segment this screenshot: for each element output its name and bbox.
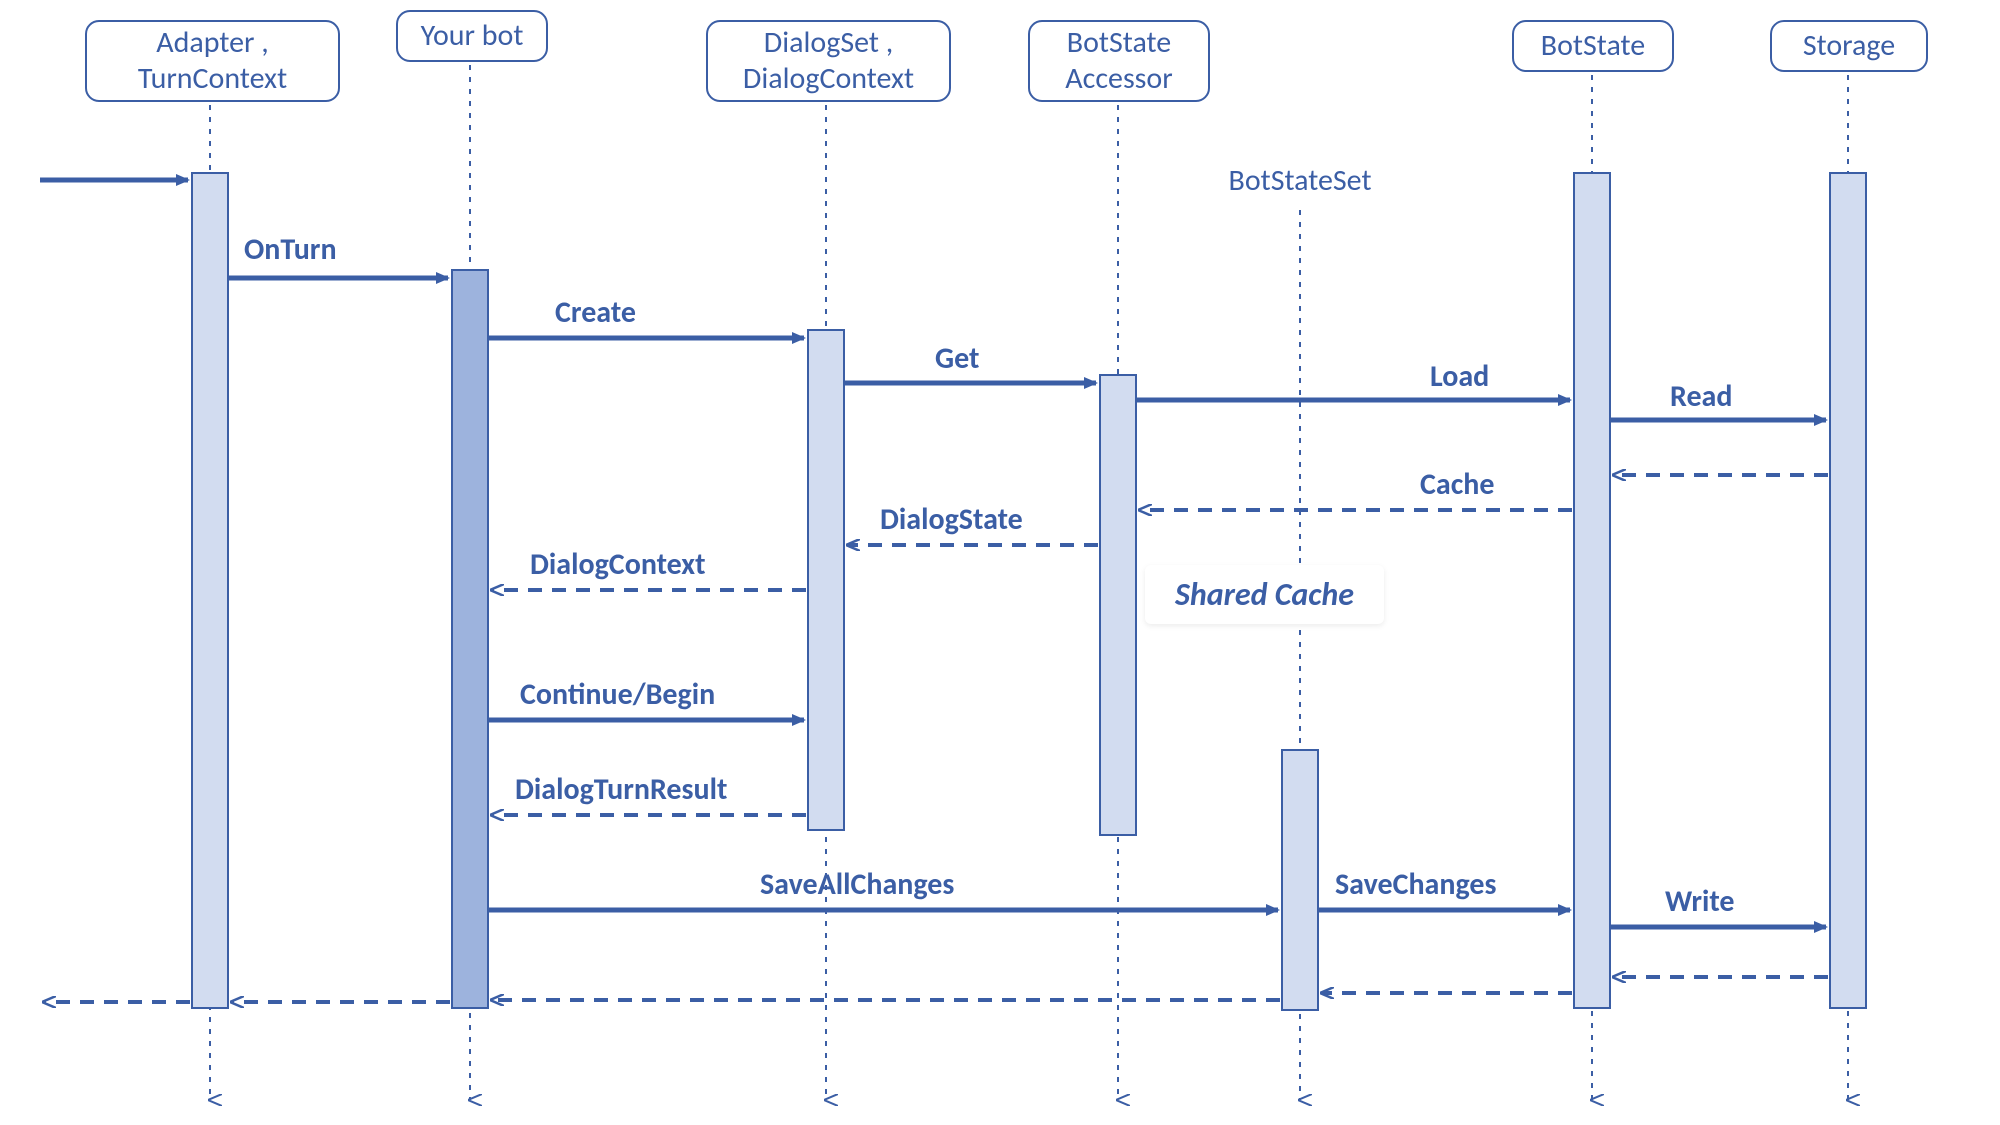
participant-accessor-label: BotState Accessor	[1048, 25, 1190, 97]
msg-create: Create	[555, 294, 636, 331]
participant-adapter-label: Adapter , TurnContext	[105, 25, 320, 97]
msg-dialogcontext: DialogContext	[530, 546, 706, 583]
msg-onturn: OnTurn	[244, 231, 337, 268]
msg-read: Read	[1670, 378, 1732, 415]
msg-saveall: SaveAllChanges	[760, 866, 954, 903]
svg-layer	[0, 0, 2000, 1125]
participant-bot: Your bot	[396, 10, 548, 62]
participant-dialog-label: DialogSet , DialogContext	[726, 25, 931, 97]
shared-cache-box: Shared Cache	[1145, 565, 1384, 624]
participant-accessor: BotState Accessor	[1028, 20, 1210, 102]
participant-bot-label: Your bot	[421, 18, 524, 54]
msg-dialogstate: DialogState	[880, 501, 1023, 538]
msg-savechanges: SaveChanges	[1335, 866, 1496, 903]
msg-get: Get	[935, 340, 979, 377]
msg-load: Load	[1430, 358, 1489, 395]
participant-storage-label: Storage	[1803, 28, 1895, 64]
participant-dialog: DialogSet , DialogContext	[706, 20, 951, 102]
msg-continue: Continue/Begin	[520, 676, 715, 713]
participant-botstate-label: BotState	[1541, 28, 1645, 64]
participant-botstate: BotState	[1512, 20, 1674, 72]
participant-storage: Storage	[1770, 20, 1928, 72]
msg-cache: Cache	[1420, 466, 1494, 503]
shared-cache-label: Shared Cache	[1175, 575, 1354, 614]
msg-write: Write	[1665, 883, 1735, 920]
sequence-diagram: Adapter , TurnContext Your bot DialogSet…	[0, 0, 2000, 1125]
msg-dialogturnresult: DialogTurnResult	[515, 771, 727, 808]
participant-stateset: BotStateSet	[1200, 155, 1400, 207]
participant-adapter: Adapter , TurnContext	[85, 20, 340, 102]
participant-stateset-label: BotStateSet	[1229, 163, 1372, 199]
